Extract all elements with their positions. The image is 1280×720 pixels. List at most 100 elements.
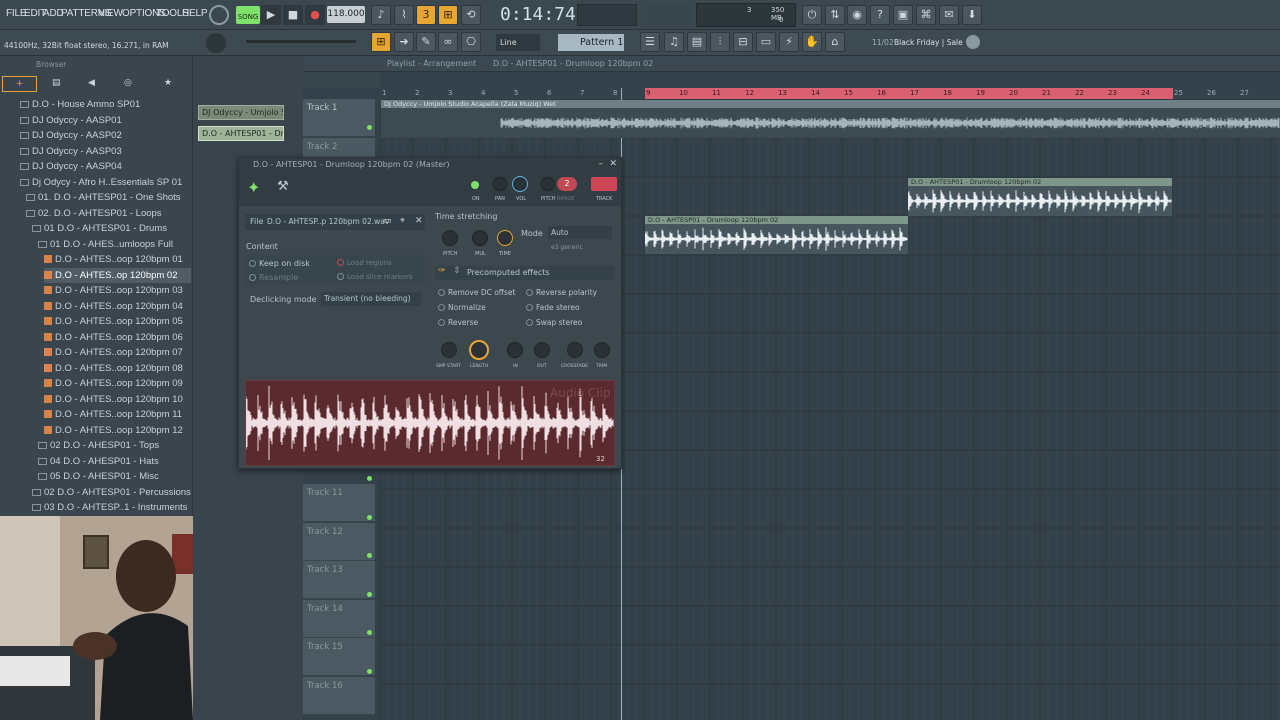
- browser-all-tab[interactable]: +: [2, 76, 37, 92]
- tempo-tap-button[interactable]: ⌂: [825, 32, 845, 52]
- master-volume-slider[interactable]: [246, 40, 356, 43]
- track-insert-button[interactable]: [591, 177, 617, 191]
- track-led[interactable]: [367, 669, 372, 674]
- wave-icon[interactable]: ✦: [247, 178, 260, 197]
- mixer-track-select[interactable]: 2: [557, 177, 577, 191]
- track-led[interactable]: [367, 553, 372, 558]
- help-button[interactable]: ?: [870, 5, 890, 25]
- download-button[interactable]: ⬇: [962, 5, 982, 25]
- channel-acapella[interactable]: DJ Odyccy - Umjolo S...: [198, 105, 284, 120]
- channel-rack-button[interactable]: ▤: [687, 32, 707, 52]
- track-header-15[interactable]: Track 15: [303, 630, 375, 676]
- song-mode-toggle[interactable]: SONG: [236, 6, 260, 24]
- plugin-button[interactable]: ⌘: [916, 5, 936, 25]
- browser-file-item[interactable]: D.O - AHTES..oop 120bpm 09: [44, 376, 191, 391]
- browser-file-item[interactable]: D.O - AHTES..op 120bpm 02: [44, 267, 191, 283]
- on-led[interactable]: [471, 181, 479, 189]
- ts-pitch-knob[interactable]: [442, 230, 458, 246]
- minimize-icon[interactable]: –: [599, 159, 604, 169]
- browser-file-item[interactable]: D.O - AHTES..oop 120bpm 07: [44, 345, 191, 360]
- master-pitch-knob[interactable]: [209, 5, 229, 25]
- clear-icon[interactable]: ✕: [415, 216, 423, 226]
- browser-folder-item[interactable]: Dj Odycy - Afro H..Essentials SP 01: [20, 175, 191, 190]
- plugin-db-button[interactable]: ⚡: [779, 32, 799, 52]
- smp-start-knob[interactable]: [441, 342, 457, 358]
- channel-rack2-button[interactable]: ⊟: [733, 32, 753, 52]
- track-header-1[interactable]: Track 1: [303, 99, 375, 137]
- remove-dc-option[interactable]: Remove DC offset: [438, 288, 515, 297]
- pattern-select[interactable]: Pattern 1: [558, 34, 624, 51]
- snap-button[interactable]: ⊞: [371, 32, 391, 52]
- trim-knob[interactable]: [594, 342, 610, 358]
- arrow-tool[interactable]: ➜: [394, 32, 414, 52]
- browser-folder-item[interactable]: 03 D.O - AHTESP..1 - Instruments: [32, 500, 191, 515]
- pencil-tool[interactable]: ✎: [416, 32, 436, 52]
- chat-button[interactable]: ✉: [939, 5, 959, 25]
- out-knob[interactable]: [534, 342, 550, 358]
- locate-icon[interactable]: ⌖: [400, 216, 405, 226]
- countdown-button[interactable]: 3: [416, 5, 436, 25]
- metronome-button[interactable]: ♪: [371, 5, 391, 25]
- ts-mul-knob[interactable]: [472, 230, 488, 246]
- vol-knob[interactable]: [512, 176, 528, 192]
- track-led[interactable]: [367, 592, 372, 597]
- load-regions-option[interactable]: Load regions: [337, 259, 392, 267]
- pitch-knob[interactable]: [541, 177, 555, 191]
- time-selection[interactable]: [645, 88, 1173, 99]
- reverse-polarity-option[interactable]: Reverse polarity: [526, 288, 597, 297]
- news-ticker[interactable]: Black Friday | Sale: [894, 38, 963, 47]
- browser-folder-item[interactable]: 02 D.O - AHTESP01 - Percussions: [32, 485, 191, 500]
- browser-file-item[interactable]: D.O - AHTES..oop 120bpm 12: [44, 423, 191, 438]
- swap-stereo-option[interactable]: Swap stereo: [526, 318, 582, 327]
- menu-help[interactable]: HELP: [182, 8, 208, 19]
- mic-button[interactable]: ◉: [847, 5, 867, 25]
- stamp-tool[interactable]: ⎔: [461, 32, 481, 52]
- pan-knob[interactable]: [493, 177, 507, 191]
- track-led[interactable]: [367, 515, 372, 520]
- keep-on-disk-option[interactable]: Keep on disk: [249, 259, 310, 268]
- track-header-14[interactable]: Track 14: [303, 592, 375, 638]
- channel-drumloop[interactable]: D.O - AHTESP01 - Dr...: [198, 126, 284, 141]
- browser-audio-tab[interactable]: ◀: [88, 78, 95, 88]
- resample-option[interactable]: Resample: [249, 273, 298, 282]
- file-name[interactable]: D.O - AHTESP..p 120bpm 02.wav: [267, 217, 389, 226]
- clip-drumloop-2[interactable]: D.O - AHTESP01 - Drumloop 120bpm 02: [907, 178, 1172, 216]
- mixer-button[interactable]: ⫶: [710, 32, 730, 52]
- track-header-13[interactable]: Track 13: [303, 553, 375, 599]
- playlist-view-button[interactable]: ☰: [640, 32, 660, 52]
- menu-view[interactable]: VIEW: [98, 8, 123, 19]
- folder-icon[interactable]: ▭: [383, 216, 392, 226]
- browser-folder-item[interactable]: D.O - House Ammo SP01: [20, 97, 191, 112]
- tempo-display[interactable]: 118.000: [327, 6, 365, 23]
- browser-files-tab[interactable]: ▤: [52, 78, 61, 88]
- browser-folder-item[interactable]: 02. D.O - AHTESP01 - Loops: [26, 206, 191, 221]
- wait-button[interactable]: ⌇: [394, 5, 414, 25]
- browser-favorites-tab[interactable]: ★: [164, 78, 172, 88]
- link-tool[interactable]: ∞: [438, 32, 458, 52]
- browser-button[interactable]: ▭: [756, 32, 776, 52]
- browser-folder-item[interactable]: 04 D.O - AHESP01 - Hats: [38, 454, 191, 469]
- close-icon[interactable]: ✕: [609, 159, 617, 169]
- browser-file-item[interactable]: D.O - AHTES..oop 120bpm 11: [44, 407, 191, 422]
- track-header-12[interactable]: Track 12: [303, 515, 375, 561]
- in-knob[interactable]: [507, 342, 523, 358]
- browser-file-item[interactable]: D.O - AHTES..oop 120bpm 05: [44, 314, 191, 329]
- clip-acapella[interactable]: DJ Odyccy - Umjolo Studio Acapella (Zala…: [381, 100, 1280, 138]
- browser-file-item[interactable]: D.O - AHTES..oop 120bpm 04: [44, 299, 191, 314]
- browser-folder-item[interactable]: DJ Odyccy - AASP03: [20, 144, 191, 159]
- browser-folder-item[interactable]: DJ Odyccy - AASP04: [20, 159, 191, 174]
- wrench-icon[interactable]: ⚒: [277, 179, 289, 194]
- save-button[interactable]: ▣: [893, 5, 913, 25]
- declick-select[interactable]: Transient (no bleeding): [321, 292, 421, 306]
- browser-file-item[interactable]: D.O - AHTES..oop 120bpm 01: [44, 252, 191, 267]
- time-display[interactable]: 0:14:74: [500, 2, 576, 28]
- sample-waveform-display[interactable]: Audio Clip 32: [245, 380, 615, 466]
- updown-icon[interactable]: ⇕: [453, 266, 461, 276]
- crossfade-knob[interactable]: [567, 342, 583, 358]
- browser-folder-item[interactable]: DJ Odyccy - AASP01: [20, 113, 191, 128]
- normalize-option[interactable]: Normalize: [438, 303, 486, 312]
- dialog-titlebar[interactable]: D.O - AHTESP01 - Drumloop 120bpm 02 (Mas…: [239, 158, 621, 172]
- browser-file-item[interactable]: D.O - AHTES..oop 120bpm 08: [44, 361, 191, 376]
- browser-folder-item[interactable]: 05 D.O - AHESP01 - Misc: [38, 469, 191, 484]
- track-led[interactable]: [367, 125, 372, 130]
